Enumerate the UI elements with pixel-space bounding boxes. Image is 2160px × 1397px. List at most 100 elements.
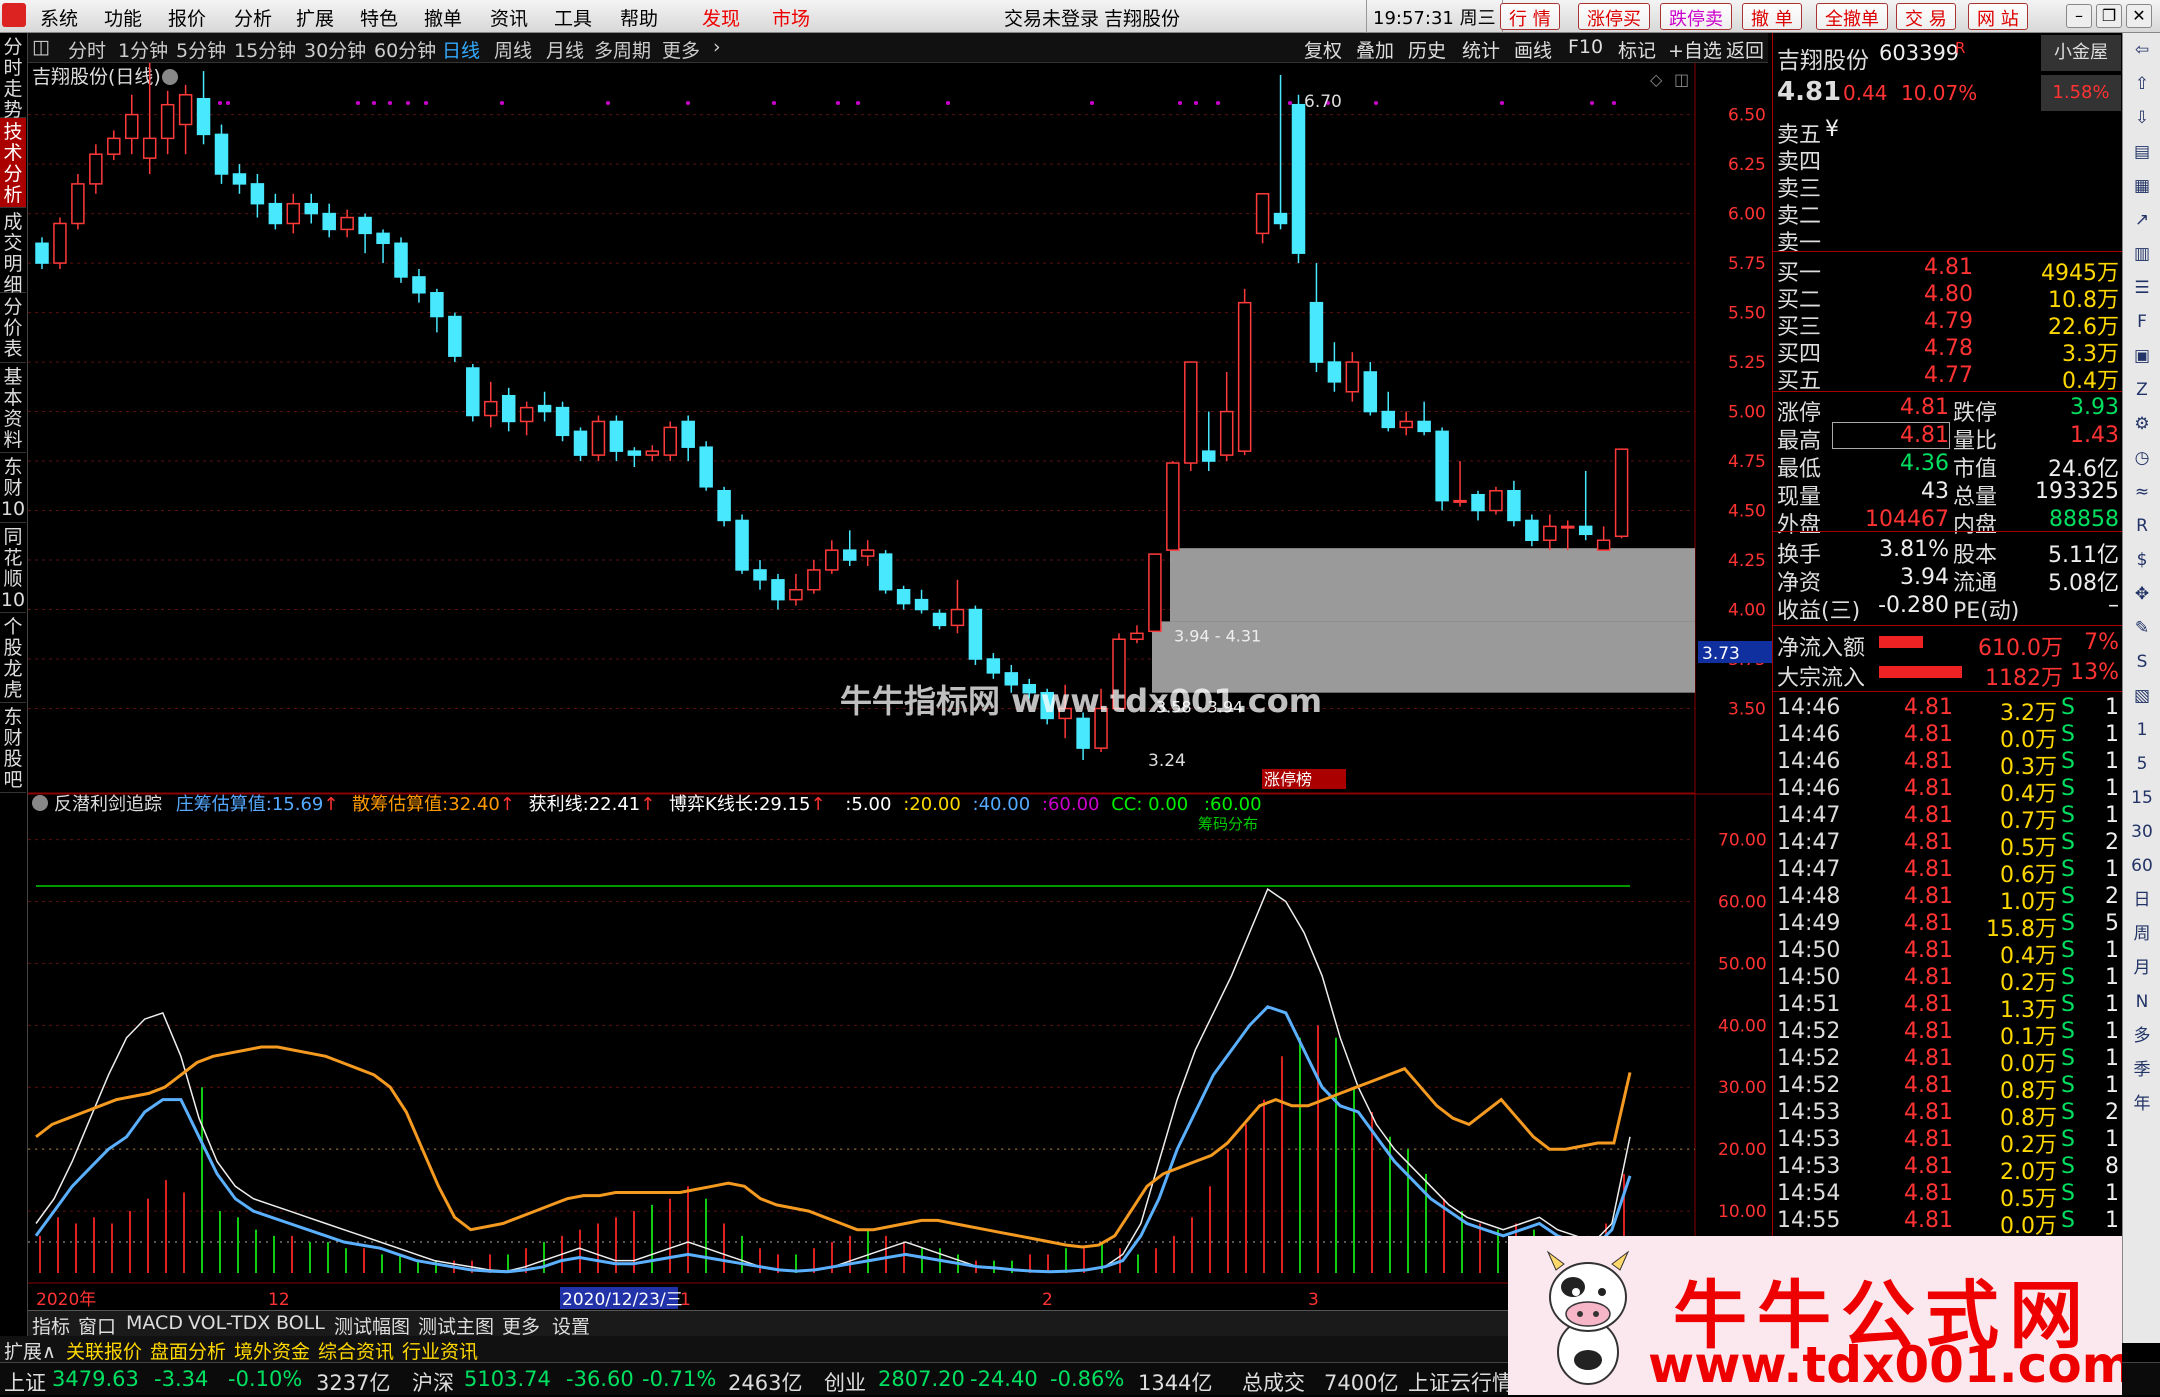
period-1[interactable]: 1: [2123, 713, 2160, 747]
quote-button[interactable]: 行 情: [1500, 3, 1560, 30]
indicator-tab[interactable]: 测试主图: [418, 1312, 494, 1339]
period-tab[interactable]: 分时: [68, 36, 106, 63]
move-icon[interactable]: ✥: [2123, 577, 2160, 611]
bid-row[interactable]: 买五 4.77 0.4万: [1773, 363, 2123, 394]
menu-item[interactable]: 工具: [554, 4, 592, 31]
indicator-tab[interactable]: BOLL: [276, 1312, 325, 1334]
tab-dragon-tiger[interactable]: 个股龙虎: [0, 613, 26, 703]
extension-tab[interactable]: 盘面分析: [150, 1337, 226, 1364]
period-5[interactable]: 5: [2123, 747, 2160, 781]
diamond-icon[interactable]: ◇: [1650, 70, 1663, 89]
close-icon[interactable]: ✕: [2126, 4, 2152, 28]
settings-icon[interactable]: ⚙: [2123, 407, 2160, 441]
photo-icon[interactable]: ▧: [2123, 679, 2160, 713]
market-tab[interactable]: 市场: [772, 4, 810, 31]
gold-house-button[interactable]: 小金屋: [2041, 35, 2121, 71]
bid-row[interactable]: 买二 4.80 10.8万: [1773, 282, 2123, 313]
tool-button[interactable]: 叠加: [1356, 36, 1394, 63]
period-n[interactable]: N: [2123, 985, 2160, 1019]
bid-row[interactable]: 买三 4.79 22.6万: [1773, 309, 2123, 340]
line-chart-icon[interactable]: ↗: [2123, 203, 2160, 237]
indicator-settings-icon[interactable]: [32, 795, 48, 811]
ask-row[interactable]: 卖二: [1773, 198, 2123, 229]
clock-icon[interactable]: ◷: [2123, 441, 2160, 475]
period-multi[interactable]: 多: [2123, 1019, 2160, 1053]
menu-item[interactable]: 报价: [168, 4, 206, 31]
period-15[interactable]: 15: [2123, 781, 2160, 815]
limit-up-badge[interactable]: 涨停榜: [1264, 770, 1312, 789]
grid-icon[interactable]: ▦: [2123, 169, 2160, 203]
arrow-up-icon[interactable]: ⇧: [2123, 67, 2160, 101]
money-icon[interactable]: $: [2123, 543, 2160, 577]
fs-icon[interactable]: S: [2123, 645, 2160, 679]
tool-button[interactable]: 返回: [1726, 36, 1764, 63]
extension-tab[interactable]: 行业资讯: [402, 1337, 478, 1364]
period-tab[interactable]: 月线: [546, 36, 584, 63]
indicator-tab[interactable]: 测试幅图: [334, 1312, 410, 1339]
tab-fundamentals[interactable]: 基本资料: [0, 363, 26, 453]
tab-transactions[interactable]: 成交明细: [0, 208, 26, 296]
period-day[interactable]: 日: [2123, 883, 2160, 917]
candle-icon[interactable]: ▥: [2123, 237, 2160, 271]
period-30[interactable]: 30: [2123, 815, 2160, 849]
menu-item[interactable]: 撤单: [424, 4, 462, 31]
menu-item[interactable]: 帮助: [620, 4, 658, 31]
extension-tab[interactable]: 关联报价: [66, 1337, 142, 1364]
period-tab[interactable]: 60分钟: [374, 36, 436, 63]
bid-row[interactable]: 买一 4.81 4945万: [1773, 255, 2123, 286]
tool-button[interactable]: 复权: [1304, 36, 1342, 63]
extension-tab[interactable]: 扩展∧: [4, 1337, 56, 1364]
tool-button[interactable]: 历史: [1408, 36, 1446, 63]
settings-circle-icon[interactable]: [162, 69, 178, 85]
menu-item[interactable]: 特色: [360, 4, 398, 31]
tab-price-table[interactable]: 分价表: [0, 293, 26, 363]
extension-tab[interactable]: 综合资讯: [318, 1337, 394, 1364]
indicator-tab[interactable]: 更多: [502, 1312, 540, 1339]
tab-eastmoney10[interactable]: 东财10: [0, 453, 26, 523]
panel-icon[interactable]: ◫: [1674, 70, 1689, 89]
bid-row[interactable]: 买四 4.78 3.3万: [1773, 336, 2123, 367]
period-year[interactable]: 年: [2123, 1087, 2160, 1121]
tool-button[interactable]: 画线: [1514, 36, 1552, 63]
period-week[interactable]: 周: [2123, 917, 2160, 951]
pen-icon[interactable]: ✎: [2123, 611, 2160, 645]
chevron-right-icon[interactable]: ›: [713, 36, 721, 58]
period-season[interactable]: 季: [2123, 1053, 2160, 1087]
tab-technical[interactable]: 技术分析: [0, 118, 26, 208]
period-tab[interactable]: 15分钟: [234, 36, 296, 63]
arrow-left-icon[interactable]: ⇦: [2123, 33, 2160, 67]
report-icon[interactable]: ▤: [2123, 135, 2160, 169]
arrow-down-icon[interactable]: ⇩: [2123, 101, 2160, 135]
period-month[interactable]: 月: [2123, 951, 2160, 985]
indicator-tab[interactable]: 设置: [552, 1312, 590, 1339]
tab-ths10[interactable]: 同花顺10: [0, 523, 26, 613]
tool-button[interactable]: 统计: [1462, 36, 1500, 63]
period-tab-more[interactable]: 更多: [662, 36, 700, 63]
menu-item[interactable]: 资讯: [490, 4, 528, 31]
menu-item[interactable]: 功能: [104, 4, 142, 31]
extension-tab[interactable]: 境外资金: [234, 1337, 310, 1364]
ask-row[interactable]: 卖四: [1773, 144, 2123, 175]
tool-button[interactable]: 标记: [1618, 36, 1656, 63]
restore-icon[interactable]: ❐: [2096, 4, 2122, 28]
discover-tab[interactable]: 发现: [702, 4, 740, 31]
ask-row[interactable]: 卖五 ¥: [1773, 117, 2123, 148]
tab-forum[interactable]: 东财股吧: [0, 703, 26, 793]
cancel-order-button[interactable]: 撤 单: [1742, 3, 1802, 30]
limit-down-sell-button[interactable]: 跌停卖: [1660, 3, 1732, 30]
f10-icon[interactable]: F: [2123, 305, 2160, 339]
fz-icon[interactable]: Z: [2123, 373, 2160, 407]
tab-intraday[interactable]: 分时走势: [0, 33, 26, 121]
indicator-tab[interactable]: 窗口: [78, 1312, 116, 1339]
website-button[interactable]: 网 站: [1968, 3, 2028, 30]
minimize-icon[interactable]: –: [2066, 4, 2092, 28]
indicator-tab[interactable]: 指标: [32, 1312, 70, 1339]
ask-row[interactable]: 卖一: [1773, 225, 2123, 256]
period-tab[interactable]: 5分钟: [176, 36, 226, 63]
limit-up-buy-button[interactable]: 涨停买: [1578, 3, 1650, 30]
cancel-all-button[interactable]: 全撤单: [1816, 3, 1888, 30]
tool-button[interactable]: +自选: [1668, 36, 1722, 63]
trade-button[interactable]: 交 易: [1896, 3, 1956, 30]
list-icon[interactable]: ☰: [2123, 271, 2160, 305]
period-tab[interactable]: 1分钟: [118, 36, 168, 63]
